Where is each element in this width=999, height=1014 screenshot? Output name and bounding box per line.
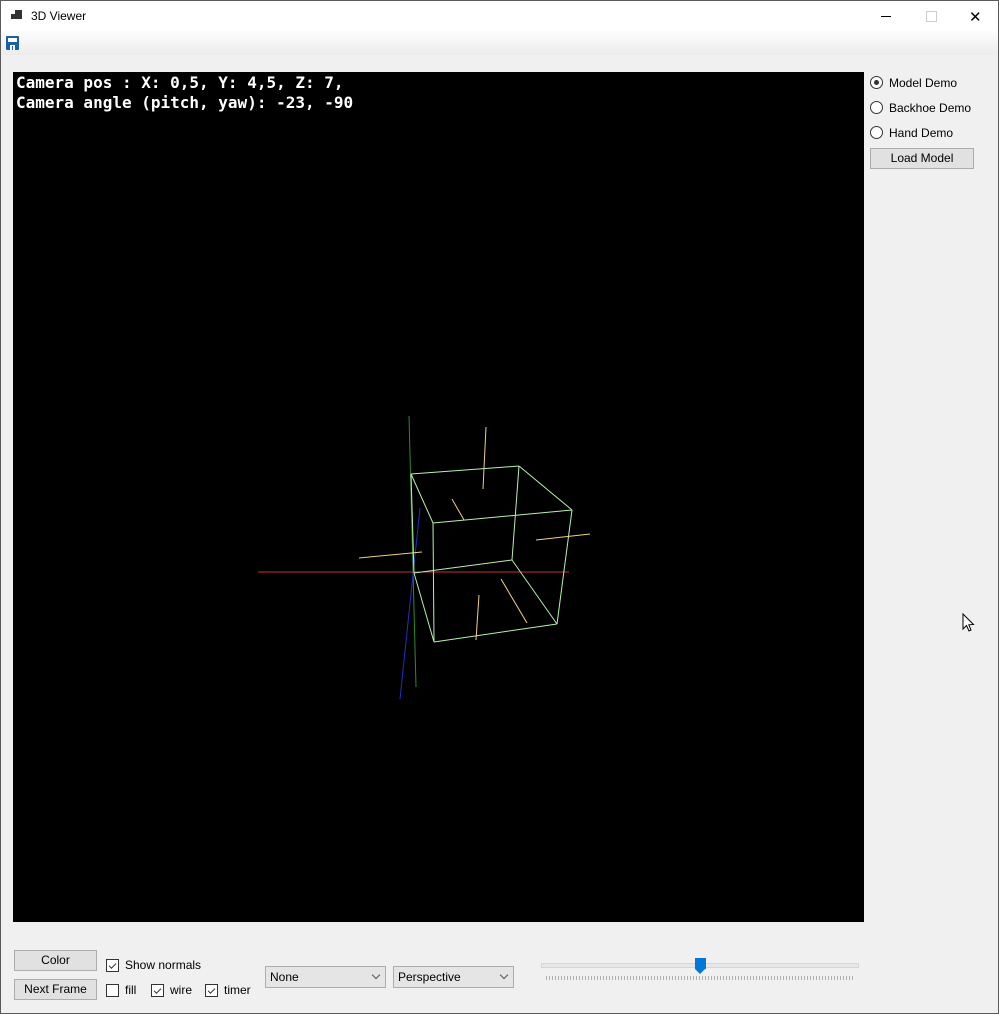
cube-edge	[556, 509, 573, 625]
close-button[interactable]: ✕	[952, 1, 998, 31]
cube-edge	[413, 559, 513, 574]
z-axis-line	[399, 507, 421, 700]
window-title: 3D Viewer	[31, 9, 87, 23]
combo-value: Perspective	[398, 970, 461, 984]
face-normal-line	[500, 578, 528, 624]
face-normal-line	[535, 533, 591, 541]
projection-combo[interactable]: Perspective	[393, 966, 514, 988]
radio-label: Backhoe Demo	[889, 101, 972, 115]
cube-edge	[432, 522, 435, 643]
save-icon[interactable]	[6, 36, 19, 50]
close-icon: ✕	[969, 8, 982, 26]
minimize-icon	[881, 16, 891, 17]
cube-edge	[410, 465, 520, 475]
radio-backhoe-demo[interactable]: Backhoe Demo	[870, 99, 990, 117]
slider-thumb[interactable]	[694, 958, 706, 974]
checkbox-box	[106, 959, 119, 972]
cube-edge	[518, 465, 573, 511]
frame-slider[interactable]	[539, 956, 861, 984]
check-icon	[153, 986, 162, 994]
checkbox-label: wire	[170, 983, 193, 997]
cube-edge	[410, 473, 434, 524]
app-icon	[11, 10, 23, 22]
cube-edge	[413, 572, 435, 643]
toolbar	[1, 31, 998, 55]
radio-dot	[874, 80, 879, 85]
checkbox-box	[205, 984, 218, 997]
maximize-button[interactable]	[909, 1, 955, 31]
cube-edge	[432, 509, 573, 524]
maximize-icon	[926, 11, 937, 22]
title-bar: 3D Viewer ✕	[1, 1, 998, 31]
color-button[interactable]: Color	[14, 950, 97, 971]
checkbox-label: timer	[224, 983, 251, 997]
cube-edge	[433, 623, 558, 643]
checkbox-box	[106, 984, 119, 997]
radio-circle	[870, 101, 883, 114]
cube-edge	[511, 465, 520, 561]
camera-position-text: Camera pos : X: 0,5, Y: 4,5, Z: 7,	[16, 73, 344, 92]
radio-label: Model Demo	[889, 76, 958, 90]
check-icon	[207, 986, 216, 994]
chevron-down-icon	[371, 970, 381, 980]
slider-ticks	[546, 976, 854, 980]
checkbox-label: Show normals	[125, 958, 202, 972]
checkbox-label: fill	[125, 983, 137, 997]
chevron-down-icon	[499, 970, 509, 980]
radio-hand-demo[interactable]: Hand Demo	[870, 124, 990, 142]
minimize-button[interactable]	[863, 1, 909, 31]
face-normal-line	[482, 426, 487, 490]
camera-angle-text: Camera angle (pitch, yaw): -23, -90	[16, 93, 354, 112]
face-normal-line	[451, 498, 465, 521]
radio-circle	[870, 126, 883, 139]
radio-label: Hand Demo	[889, 126, 954, 140]
load-model-button[interactable]: Load Model	[870, 148, 974, 169]
app-window: 3D Viewer ✕ Camera pos : X: 0,5, Y: 4,5,…	[0, 0, 999, 1014]
scene-canvas	[258, 415, 591, 700]
3d-viewport[interactable]: Camera pos : X: 0,5, Y: 4,5, Z: 7, Camer…	[13, 72, 864, 922]
radio-circle	[870, 76, 883, 89]
checkbox-box	[151, 984, 164, 997]
cube-edge	[511, 559, 558, 625]
shading-combo[interactable]: None	[265, 966, 386, 988]
mouse-cursor-icon	[962, 613, 975, 632]
check-icon	[108, 961, 117, 969]
combo-value: None	[270, 970, 299, 984]
next-frame-button[interactable]: Next Frame	[14, 979, 97, 1000]
radio-model-demo[interactable]: Model Demo	[870, 74, 990, 92]
face-normal-line	[475, 594, 480, 641]
